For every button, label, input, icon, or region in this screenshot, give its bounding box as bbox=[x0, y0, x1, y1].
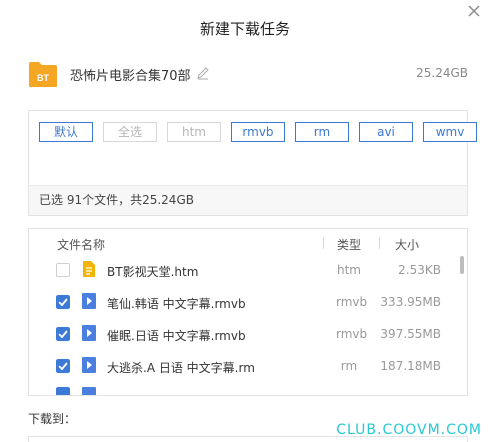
file-name: 笔仙.韩语 中文字幕.rmvb bbox=[107, 297, 246, 311]
task-header: BT 恐怖片电影合集70部 25.24GB bbox=[28, 58, 468, 90]
filter-chip-htm[interactable]: htm bbox=[167, 122, 221, 142]
filter-chip-avi[interactable]: avi bbox=[359, 122, 413, 142]
column-divider bbox=[379, 237, 380, 249]
row-checkbox-checked[interactable] bbox=[56, 327, 70, 341]
scrollbar-thumb[interactable] bbox=[460, 256, 464, 274]
video-icon bbox=[82, 293, 96, 309]
column-header-type[interactable]: 类型 bbox=[337, 236, 361, 253]
task-name: 恐怖片电影合集70部 bbox=[70, 69, 191, 84]
row-checkbox[interactable] bbox=[56, 263, 70, 277]
table-row[interactable]: 笔仙.韩语 中文字幕.rmvb rmvb 333.95MB bbox=[29, 287, 467, 319]
filter-chip-select-all[interactable]: 全选 bbox=[103, 122, 157, 142]
file-size: 397.55MB bbox=[380, 327, 441, 341]
file-type: rmvb bbox=[336, 327, 368, 341]
filter-chip-rm[interactable]: rm bbox=[295, 122, 349, 142]
filter-chip-default[interactable]: 默认 bbox=[39, 122, 93, 142]
row-checkbox-checked[interactable] bbox=[56, 295, 70, 309]
file-name: 大逃杀.A 日语 中文字幕.rm bbox=[107, 361, 255, 375]
table-row[interactable]: 大逃杀.A 日语 中文字幕.rm rm 187.18MB bbox=[29, 351, 467, 383]
file-table: 文件名称 类型 大小 BT影视天堂.htm htm 2.53KB 笔仙.韩语 中… bbox=[28, 228, 468, 396]
document-icon bbox=[83, 261, 95, 277]
close-button[interactable] bbox=[466, 3, 482, 19]
column-divider bbox=[323, 237, 324, 249]
file-name: 催眠.日语 中文字幕.rmvb bbox=[107, 329, 246, 343]
folder-icon: BT bbox=[29, 62, 57, 87]
file-type: htm bbox=[337, 263, 361, 277]
folder-badge: BT bbox=[37, 73, 49, 83]
edit-pencil-icon[interactable] bbox=[196, 66, 210, 80]
watermark: CLUB.COOVM.COM bbox=[336, 422, 482, 438]
table-header: 文件名称 类型 大小 bbox=[29, 229, 467, 255]
file-size: 2.53KB bbox=[398, 263, 441, 277]
video-icon bbox=[82, 387, 96, 395]
column-header-name[interactable]: 文件名称 bbox=[57, 236, 105, 253]
filter-panel: 默认 全选 htm rmvb rm avi wmv 已选 91个文件，共25.2… bbox=[28, 110, 477, 216]
file-size: 333.95MB bbox=[380, 295, 441, 309]
column-header-size[interactable]: 大小 bbox=[395, 236, 419, 253]
filter-chips: 默认 全选 htm rmvb rm avi wmv bbox=[39, 122, 477, 142]
dialog-title: 新建下载任务 bbox=[199, 20, 290, 38]
task-size: 25.24GB bbox=[416, 66, 468, 80]
video-icon bbox=[82, 325, 96, 341]
filter-chip-rmvb[interactable]: rmvb bbox=[231, 122, 285, 142]
file-type: rm bbox=[340, 359, 358, 373]
row-checkbox-checked[interactable] bbox=[56, 387, 70, 396]
selection-summary: 已选 91个文件，共25.24GB bbox=[29, 185, 467, 215]
filter-chip-wmv[interactable]: wmv bbox=[423, 122, 477, 142]
file-size: 187.18MB bbox=[380, 359, 441, 373]
file-name: BT影视天堂.htm bbox=[107, 265, 199, 279]
video-icon bbox=[82, 357, 96, 373]
table-row-partial[interactable] bbox=[29, 383, 467, 396]
download-to-label: 下载到： bbox=[28, 412, 77, 426]
row-checkbox-checked[interactable] bbox=[56, 359, 70, 373]
close-icon bbox=[468, 5, 480, 17]
table-row[interactable]: 催眠.日语 中文字幕.rmvb rmvb 397.55MB bbox=[29, 319, 467, 351]
table-row[interactable]: BT影视天堂.htm htm 2.53KB bbox=[29, 255, 467, 287]
file-type: rmvb bbox=[336, 295, 368, 309]
